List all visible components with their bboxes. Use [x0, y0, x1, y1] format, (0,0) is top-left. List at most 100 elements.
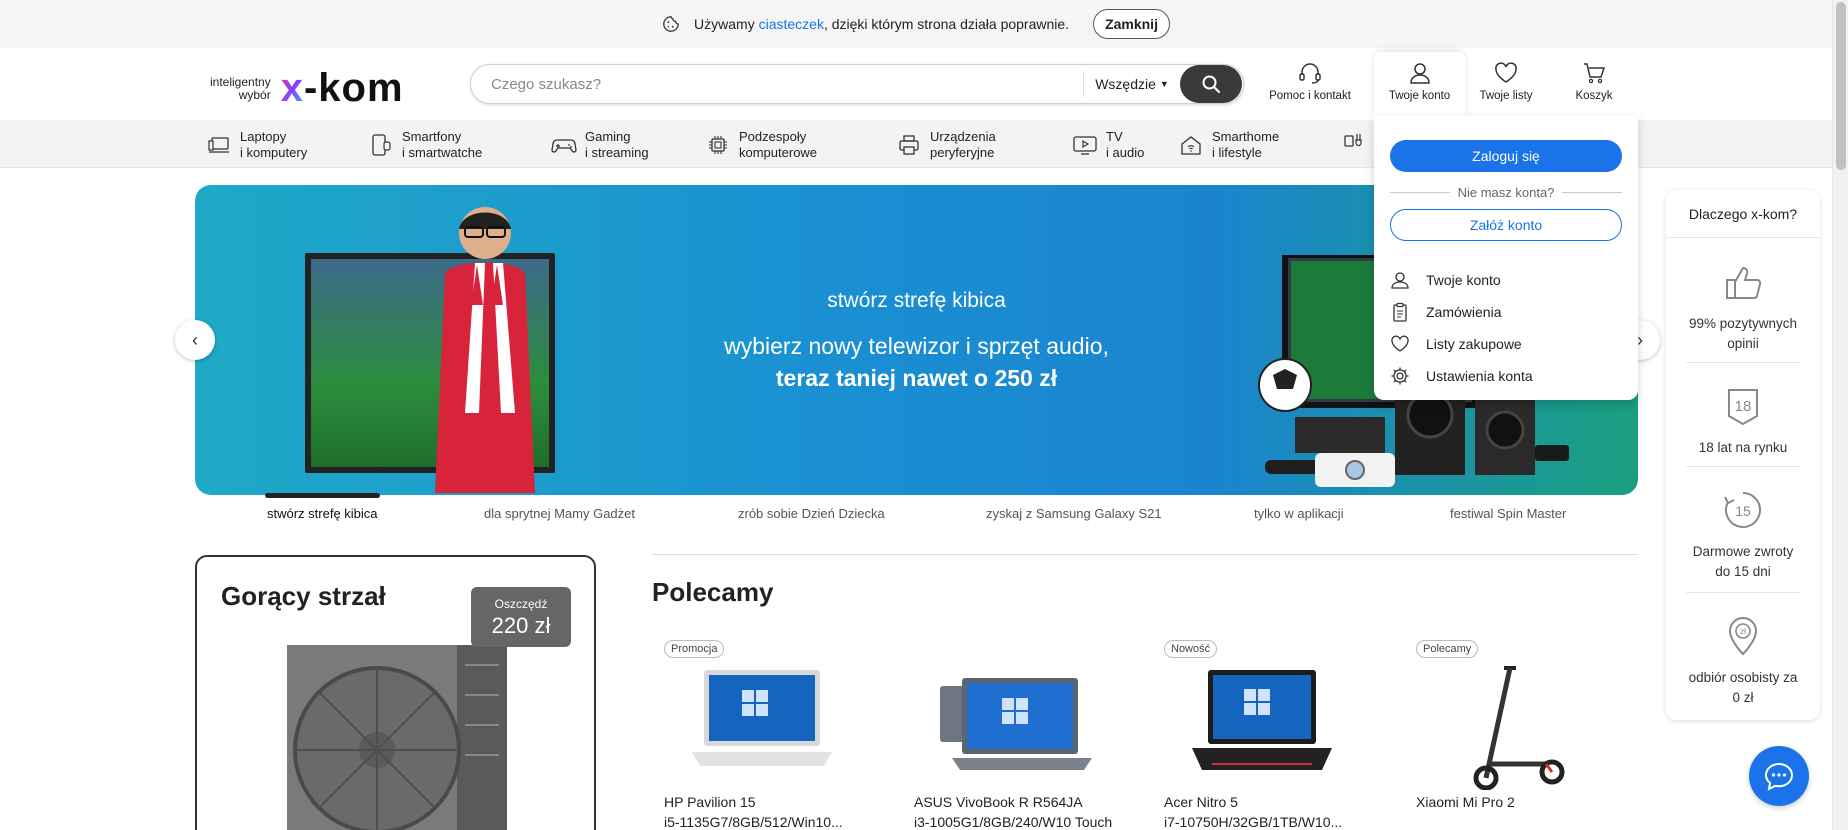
return-15-text: 15	[1735, 503, 1751, 519]
printer-icon	[899, 135, 919, 155]
dropdown-item-label: Zamówienia	[1426, 304, 1502, 320]
why-item-line1: Darmowe zwroty	[1692, 544, 1794, 559]
banner-tab[interactable]: dla sprytnej Mamy Gadżet	[484, 506, 635, 521]
cookie-text-after: , dzięki którym strona działa poprawnie.	[823, 16, 1070, 32]
help-contact-button[interactable]: Pomoc i kontakt	[1268, 60, 1352, 102]
page-scrollbar[interactable]	[1832, 0, 1848, 830]
why-separator	[1686, 362, 1800, 363]
location-pin-text: zł	[1740, 627, 1746, 636]
why-xkom-title: Dlaczego x-kom?	[1666, 190, 1820, 238]
why-xkom-panel: Dlaczego x-kom? 99% pozytywnych opinii 1…	[1666, 190, 1820, 720]
search-scope-label: Wszędzie	[1095, 76, 1156, 92]
account-dropdown: Zaloguj się Nie masz konta? Załóż konto …	[1374, 116, 1638, 400]
account-button[interactable]: Twoje konto	[1374, 60, 1465, 102]
nav-item-smartphones[interactable]: Smartfony i smartwatche	[368, 129, 482, 161]
user-icon	[1391, 272, 1409, 289]
badge-18-icon: 18	[1728, 389, 1758, 426]
product-spec[interactable]: i3-1005G1/8GB/240/W10 Touch	[914, 812, 1124, 830]
search-input[interactable]	[491, 66, 1083, 102]
logo-wordmark-rest: -kom	[303, 66, 404, 110]
banner-tab-indicator	[265, 493, 380, 498]
why-item-line2: opinii	[1727, 336, 1759, 351]
nav-item-label-1: TV	[1106, 129, 1123, 144]
help-contact-label: Pomoc i kontakt	[1269, 90, 1351, 102]
nav-item-peripherals[interactable]: Urządzenia peryferyjne	[896, 129, 996, 161]
logo[interactable]: inteligentny wybór x-kom	[210, 66, 404, 111]
cart-label: Koszyk	[1575, 90, 1613, 102]
no-account-separator: Nie masz konta?	[1390, 184, 1623, 200]
cookie-policy-link[interactable]: ciasteczek	[759, 16, 824, 32]
why-item: 18 18 lat na rynku	[1666, 382, 1820, 458]
nav-item-label-2: i audio	[1106, 145, 1145, 160]
product-image	[940, 678, 1092, 770]
banner-tab[interactable]: festiwal Spin Master	[1450, 506, 1566, 521]
cookie-close-button[interactable]: Zamknij	[1093, 9, 1170, 39]
dropdown-item-shopping-lists[interactable]: Listy zakupowe	[1390, 332, 1522, 356]
smartphone-icon	[372, 134, 391, 156]
no-account-text: Nie masz konta?	[1457, 184, 1555, 200]
location-pin-icon: zł	[1728, 617, 1758, 656]
register-button[interactable]: Załóż konto	[1390, 209, 1622, 241]
cart-icon	[1584, 63, 1606, 84]
search-button[interactable]	[1180, 65, 1242, 103]
product-name[interactable]: HP Pavilion 15	[664, 792, 874, 812]
laptop-icon	[208, 137, 229, 153]
hot-shot-card[interactable]: Gorący strzał Oszczędź 220 zł	[195, 555, 596, 830]
product-name[interactable]: Acer Nitro 5	[1164, 792, 1374, 812]
login-button[interactable]: Zaloguj się	[1390, 140, 1622, 172]
nav-item-laptops[interactable]: Laptopy i komputery	[206, 129, 307, 161]
gear-icon	[1391, 367, 1409, 385]
banner-tab[interactable]: stwórz strefę kibica	[267, 506, 378, 521]
account-label: Twoje konto	[1388, 90, 1451, 102]
dropdown-item-label: Ustawienia konta	[1426, 368, 1533, 384]
search-icon	[1202, 75, 1221, 94]
nav-item-label-2: i lifestyle	[1212, 145, 1262, 160]
product-name[interactable]: ASUS VivoBook R R564JA	[914, 792, 1124, 812]
lists-button[interactable]: Twoje listy	[1470, 60, 1542, 102]
carousel-prev-button[interactable]: ‹	[175, 320, 215, 360]
chat-button[interactable]	[1749, 746, 1809, 806]
dropdown-item-label: Twoje konto	[1426, 272, 1501, 288]
search-bar: Wszędzie ▼	[470, 64, 1244, 104]
product-spec[interactable]: i7-10750H/32GB/1TB/W10...	[1164, 812, 1374, 830]
badge-18-text: 18	[1735, 398, 1752, 415]
nav-item-more[interactable]	[1340, 129, 1374, 155]
chevron-down-icon: ▼	[1159, 79, 1169, 89]
banner-tab[interactable]: zyskaj z Samsung Galaxy S21	[986, 506, 1162, 521]
heart-icon	[1495, 62, 1517, 83]
header: inteligentny wybór x-kom Wszędzie ▼	[0, 48, 1832, 120]
dropdown-item-account[interactable]: Twoje konto	[1390, 268, 1501, 292]
scrollbar-thumb[interactable]	[1836, 2, 1846, 170]
why-item-line1: 18 lat na rynku	[1698, 440, 1788, 455]
cpu-icon	[709, 136, 727, 154]
hot-shot-title: Gorący strzał	[221, 581, 386, 611]
nav-item-components[interactable]: Podzespoły komputerowe	[705, 129, 817, 161]
product-image	[692, 670, 832, 766]
dropdown-item-label: Listy zakupowe	[1426, 336, 1522, 352]
heart-icon	[1391, 335, 1409, 352]
banner-tab[interactable]: tylko w aplikacji	[1254, 506, 1344, 521]
dropdown-item-settings[interactable]: Ustawienia konta	[1390, 364, 1533, 388]
recommended-title: Polecamy	[652, 577, 774, 607]
nav-item-label-1: Smartfony	[402, 129, 462, 144]
product-name[interactable]: Xiaomi Mi Pro 2	[1416, 792, 1626, 812]
headset-icon	[1299, 63, 1321, 84]
search-scope-select[interactable]: Wszędzie ▼	[1084, 76, 1180, 92]
user-icon	[1409, 63, 1430, 84]
dropdown-item-orders[interactable]: Zamówienia	[1390, 300, 1501, 324]
cart-button[interactable]: Koszyk	[1560, 60, 1628, 102]
hot-shot-savings-label: Oszczędź	[494, 597, 548, 611]
logo-tagline: inteligentny wybór	[210, 74, 271, 102]
nav-item-smarthome[interactable]: Smarthome i lifestyle	[1178, 129, 1279, 161]
nav-item-label-2: i streaming	[585, 145, 649, 160]
logo-tagline-line1: inteligentny	[210, 74, 271, 89]
product-spec[interactable]: i5-1135G7/8GB/512/Win10...	[664, 812, 874, 830]
banner-tab[interactable]: zrób sobie Dzień Dziecka	[738, 506, 885, 521]
nav-item-label-1: Smarthome	[1212, 129, 1280, 144]
nav-item-tv-audio[interactable]: TV i audio	[1072, 129, 1144, 161]
product-badge: Promocja	[664, 640, 725, 658]
why-item: zł odbiór osobisty za 0 zł	[1666, 612, 1820, 708]
cookie-text-before: Używamy	[694, 16, 755, 32]
nav-item-gaming[interactable]: Gaming i streaming	[551, 129, 649, 161]
why-item-line2: do 15 dni	[1715, 564, 1771, 579]
